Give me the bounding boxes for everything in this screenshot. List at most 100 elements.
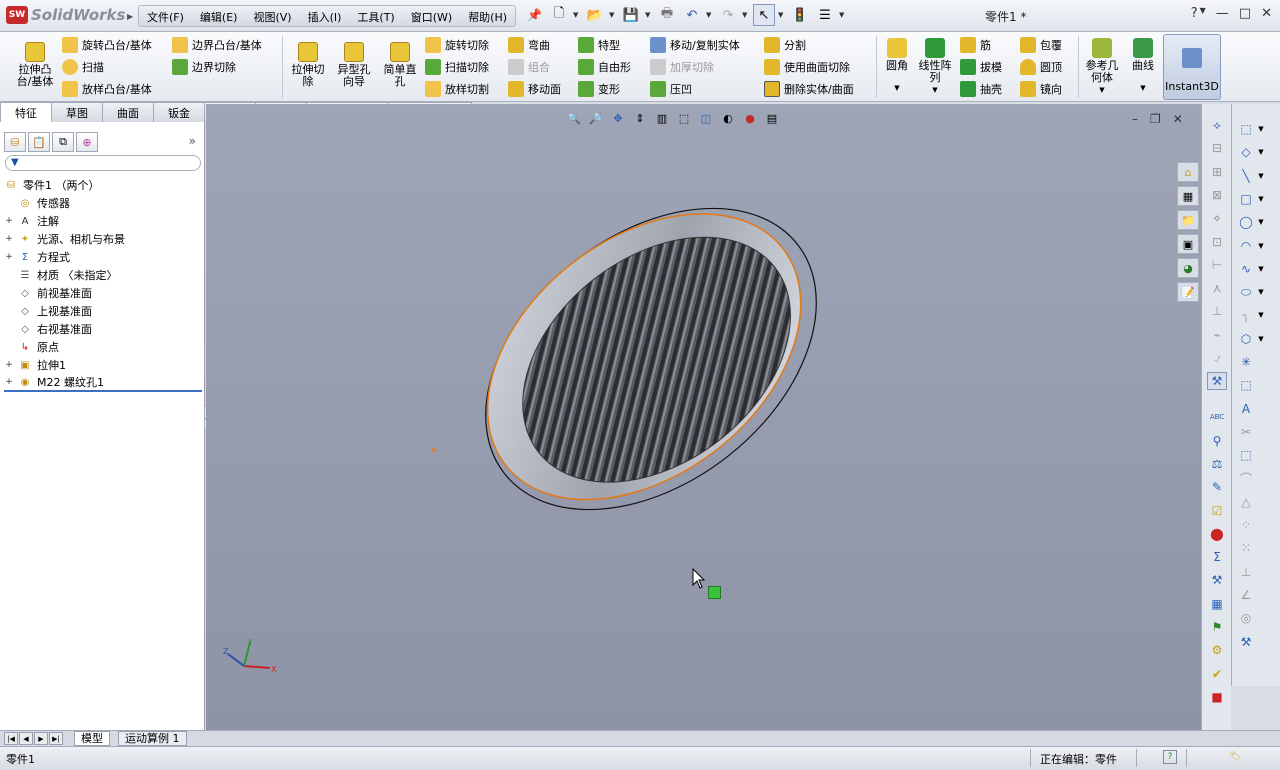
sum-icon[interactable]: Σ (1207, 548, 1227, 566)
sweep-cut-button[interactable]: 扫描切除 (425, 59, 489, 75)
gear-small-icon[interactable]: ⚙ (1207, 641, 1227, 659)
graphics-viewport[interactable] (206, 104, 1201, 730)
dropdown-icon[interactable]: ▼ (894, 82, 899, 94)
select-icon[interactable]: ↖ (753, 4, 775, 26)
help-icon[interactable]: ? (1191, 6, 1198, 21)
baseline-icon[interactable]: ⊡ (1207, 233, 1227, 251)
check-icon[interactable]: ✔ (1207, 665, 1227, 683)
spline-icon[interactable]: ∿ (1236, 260, 1256, 278)
loft-cut-button[interactable]: 放样切割 (425, 81, 489, 97)
viewport-restore-icon[interactable]: ❐ (1150, 112, 1161, 126)
view-palette-icon[interactable]: ▣ (1177, 234, 1199, 254)
menu-item[interactable]: 帮助(H) (460, 6, 515, 26)
menu-item[interactable]: 文件(F) (139, 6, 192, 26)
tree-item[interactable]: + Σ 方程式 (4, 248, 202, 266)
feature-manager-tab-icon[interactable]: ⛁ (4, 132, 26, 152)
wrap-button[interactable]: 包覆 (1020, 37, 1062, 53)
dropdown-icon[interactable]: ▼ (1200, 6, 1206, 21)
menu-item[interactable]: 工具(T) (349, 6, 402, 26)
dropdown-icon[interactable]: ▼ (1256, 213, 1266, 231)
polygon-icon[interactable]: ⬡ (1236, 330, 1256, 348)
maximize-icon[interactable]: □ (1239, 6, 1251, 21)
panel-expand-icon[interactable]: » (189, 134, 196, 148)
circle-icon[interactable]: ◯ (1236, 213, 1256, 231)
vert-dim-icon[interactable]: ⊠ (1207, 186, 1227, 204)
shell-button[interactable]: 抽壳 (960, 81, 1002, 97)
chain-icon[interactable]: ⊢ (1207, 256, 1227, 274)
dropdown-icon[interactable]: ▼ (1256, 190, 1266, 208)
combine-button[interactable]: 组合 (508, 59, 550, 75)
draft-button[interactable]: 拔模 (960, 59, 1002, 75)
tree-item[interactable]: + ▣ 拉伸1 (4, 356, 202, 374)
sweep-button[interactable]: 扫描 (62, 59, 104, 75)
pan-icon[interactable]: ✥ (609, 110, 627, 126)
revolve-cut-button[interactable]: 旋转切除 (425, 37, 489, 53)
tree-item[interactable]: ◇ 上视基准面 (4, 302, 202, 320)
command-tab[interactable]: 钣金 (153, 102, 205, 122)
viewport-minimize-icon[interactable]: – (1132, 112, 1138, 126)
boundary-cut-button[interactable]: 边界切除 (172, 59, 236, 75)
thicken-cut-button[interactable]: 加厚切除 (650, 59, 714, 75)
zoom-to-fit-icon[interactable]: 🔍 (565, 110, 583, 126)
deform-button[interactable]: 变形 (578, 81, 620, 97)
dropdown-icon[interactable]: ▼ (778, 4, 786, 26)
sketch-icon[interactable]: ⬚ (1236, 120, 1256, 138)
dropdown-icon[interactable]: ▼ (1099, 84, 1104, 96)
design-library-icon[interactable]: ▦ (1177, 186, 1199, 206)
array-icon[interactable]: ⁙ (1236, 539, 1256, 557)
mirror-sketch-icon[interactable]: △ (1236, 493, 1256, 511)
circle-pattern-icon[interactable]: ◎ (1236, 609, 1256, 627)
freeform-button[interactable]: 自由形 (578, 59, 631, 75)
spell-check-icon[interactable]: ABC (1207, 408, 1227, 426)
dropdown-icon[interactable]: ▼ (932, 84, 937, 96)
balloon-icon[interactable]: ⚲ (1207, 432, 1227, 450)
expand-icon[interactable]: + (4, 234, 14, 244)
display-style-icon[interactable]: ◫ (697, 110, 715, 126)
tree-root[interactable]: ⛁ 零件1 （两个） (4, 176, 202, 194)
zoom-to-area-icon[interactable]: 🔎 (587, 110, 605, 126)
note-icon[interactable]: ✎ (1207, 478, 1227, 496)
dome-button[interactable]: 圆顶 (1020, 59, 1062, 75)
property-manager-tab-icon[interactable]: 📋 (28, 132, 50, 152)
dropdown-icon[interactable]: ▼ (573, 4, 581, 26)
tag-icon[interactable]: 🏷 (1228, 750, 1242, 764)
linear-pattern-button[interactable]: 线性阵 列 ▼ (916, 38, 954, 96)
configuration-manager-tab-icon[interactable]: ⧉ (52, 132, 74, 152)
model-tab[interactable]: 模型 (74, 731, 110, 746)
redo-icon[interactable]: ↷ (717, 4, 739, 26)
dropdown-icon[interactable]: ▼ (839, 4, 847, 26)
pin-icon[interactable]: 📌 (527, 8, 542, 22)
extrude-boss-button[interactable]: 拉伸凸 台/基体 (14, 42, 56, 88)
command-tab[interactable]: 草图 (51, 102, 103, 122)
dimxpert-manager-tab-icon[interactable]: ⊕ (76, 132, 98, 152)
text-icon[interactable]: A (1236, 400, 1256, 418)
dropdown-icon[interactable]: ▼ (1256, 143, 1266, 161)
flex-button[interactable]: 弯曲 (508, 37, 550, 53)
horiz-dim-icon[interactable]: ⊞ (1207, 163, 1227, 181)
instant3d-button[interactable]: Instant3D (1163, 34, 1221, 100)
view-orientation-icon[interactable]: ⬚ (675, 110, 693, 126)
boundary-boss-button[interactable]: 边界凸台/基体 (172, 37, 262, 53)
appearances-icon[interactable]: ◕ (1177, 258, 1199, 278)
prev-tab-icon[interactable]: ◀ (19, 732, 33, 745)
hide-show-icon[interactable]: ◐ (719, 110, 737, 126)
arc-icon[interactable]: ◠ (1236, 237, 1256, 255)
dropdown-icon[interactable]: ▼ (1256, 167, 1266, 185)
expand-icon[interactable]: + (4, 360, 14, 370)
extrude-cut-button[interactable]: 拉伸切 除 (287, 42, 329, 88)
tree-item[interactable]: + ◉ M22 螺纹孔1 (4, 374, 202, 392)
split-button[interactable]: 分割 (764, 37, 806, 53)
last-tab-icon[interactable]: ▶| (49, 732, 63, 745)
hatch-icon[interactable]: ⚒ (1207, 571, 1227, 589)
selection-handle[interactable] (708, 586, 721, 599)
tree-filter-input[interactable]: ▼ (5, 155, 201, 171)
home-icon[interactable]: ⌂ (1177, 162, 1199, 182)
indent-shape-button[interactable]: 特型 (578, 37, 620, 53)
close-icon[interactable]: ✕ (1261, 6, 1272, 21)
open-file-icon[interactable]: 📂 (584, 4, 606, 26)
loft-boss-button[interactable]: 放样凸台/基体 (62, 81, 152, 97)
command-tab[interactable]: 特征 (0, 102, 52, 122)
offset-icon[interactable]: ⌒ (1236, 470, 1256, 488)
first-tab-icon[interactable]: |◀ (4, 732, 18, 745)
line-icon[interactable]: ╲ (1236, 167, 1256, 185)
